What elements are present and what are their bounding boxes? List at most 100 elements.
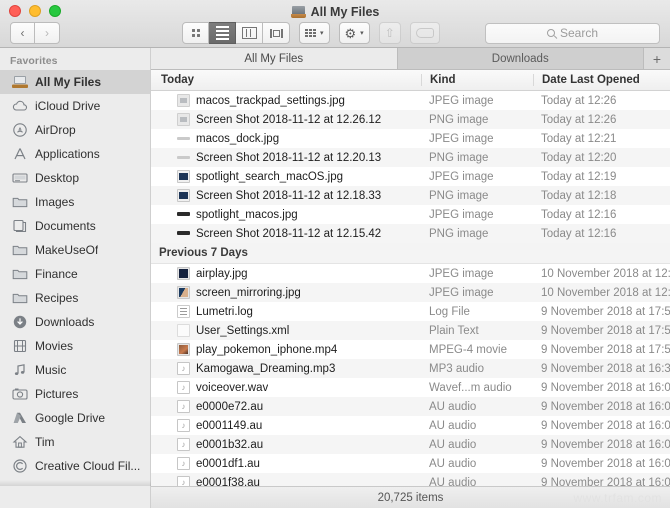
file-date-last-opened: Today at 12:18	[541, 189, 617, 202]
sidebar-item-creative-cloud-fil[interactable]: Creative Cloud Fil...	[0, 454, 150, 478]
table-row[interactable]: ♪ e0001df1.au AU audio 9 November 2018 at 1…	[151, 454, 670, 473]
sidebar-item-documents[interactable]: Documents	[0, 214, 150, 238]
folder-icon	[12, 291, 28, 306]
watermark: www.trfam.com	[573, 490, 662, 505]
forward-button[interactable]: ›	[35, 22, 60, 44]
table-row[interactable]: Lumetri.log Log File 9 November 2018 at 17…	[151, 302, 670, 321]
sidebar-section-favorites: Favorites	[10, 55, 58, 67]
file-name-cell: spotlight_search_macOS.jpg	[151, 170, 421, 183]
sidebar-item-label: Images	[35, 195, 75, 209]
sidebar-item-all-my-files[interactable]: All My Files	[0, 70, 150, 94]
table-row[interactable]: play_pokemon_iphone.mp4 MPEG-4 movie 9 Nov…	[151, 340, 670, 359]
table-row[interactable]: Screen Shot 2018-11-12 at 12.15.42 PNG im…	[151, 224, 670, 243]
table-row[interactable]: ♪ e0000e72.au AU audio 9 November 2018 at 1…	[151, 397, 670, 416]
table-row[interactable]: ♪ e0001b32.au AU audio 9 November 2018 at 1…	[151, 435, 670, 454]
file-name: voiceover.wav	[196, 381, 269, 394]
file-kind: JPEG image	[429, 170, 494, 183]
table-row[interactable]: macos_trackpad_settings.jpg JPEG image Tod…	[151, 91, 670, 110]
audio-file-icon: ♪	[177, 381, 190, 394]
column-header-name[interactable]: Today	[151, 74, 421, 86]
sidebar-item-music[interactable]: Music	[0, 358, 150, 382]
file-thumbnail-icon	[177, 227, 190, 240]
action-button[interactable]: ⚙ ▾	[338, 22, 370, 44]
table-row[interactable]: User_Settings.xml Plain Text 9 November 20…	[151, 321, 670, 340]
file-name-cell: Screen Shot 2018-11-12 at 12.26.12	[151, 113, 421, 126]
table-row[interactable]: ♪ e0001f38.au AU audio 9 November 2018 at 1…	[151, 473, 670, 486]
column-header-kind[interactable]: Kind	[421, 74, 533, 86]
file-kind: JPEG image	[429, 286, 494, 299]
view-column-button[interactable]	[236, 22, 263, 44]
file-kind: PNG image	[429, 151, 489, 164]
tab-all-my-files[interactable]: All My Files	[151, 48, 398, 69]
view-coverflow-button[interactable]	[263, 22, 290, 44]
documents-folder-icon	[12, 219, 28, 234]
table-row[interactable]: spotlight_macos.jpg JPEG image Today at 12…	[151, 205, 670, 224]
file-kind: AU audio	[429, 419, 477, 432]
grid-icon	[191, 29, 200, 37]
all-my-files-icon	[12, 75, 28, 90]
audio-file-icon: ♪	[177, 476, 190, 486]
table-row[interactable]: Screen Shot 2018-11-12 at 12.26.12 PNG im…	[151, 110, 670, 129]
columns-icon	[241, 27, 257, 39]
file-name: e0001df1.au	[196, 457, 260, 470]
table-row[interactable]: screen_mirroring.jpg JPEG image 10 Novembe…	[151, 283, 670, 302]
sidebar-item-pictures[interactable]: Pictures	[0, 382, 150, 406]
sidebar-item-icloud-drive[interactable]: iCloud Drive	[0, 94, 150, 118]
view-icon-button[interactable]	[182, 22, 209, 44]
audio-file-icon: ♪	[177, 419, 190, 432]
airdrop-icon	[12, 122, 28, 138]
main-area: All My Files Downloads + Today Kind Date…	[151, 48, 670, 508]
table-row[interactable]: ♪ voiceover.wav Wavef...m audio 9 November …	[151, 378, 670, 397]
share-button[interactable]: ⇧	[378, 22, 401, 44]
sidebar-item-images[interactable]: Images	[0, 190, 150, 214]
view-list-button[interactable]	[209, 22, 236, 44]
sidebar-item-makeuseof[interactable]: MakeUseOf	[0, 238, 150, 262]
column-header-date[interactable]: Date Last Opened	[533, 74, 670, 86]
sidebar-item-applications[interactable]: Applications	[0, 142, 150, 166]
sidebar-item-recipes[interactable]: Recipes	[0, 286, 150, 310]
google-drive-icon	[12, 411, 28, 426]
table-row[interactable]: Screen Shot 2018-11-12 at 12.20.13 PNG im…	[151, 148, 670, 167]
file-thumbnail-icon	[177, 94, 190, 107]
movies-icon	[12, 339, 28, 354]
table-row[interactable]: airplay.jpg JPEG image 10 November 2018 at…	[151, 264, 670, 283]
sidebar-item-tim[interactable]: Tim	[0, 430, 150, 454]
list-icon	[215, 26, 229, 40]
file-thumbnail-icon	[177, 324, 190, 337]
file-name-cell: Screen Shot 2018-11-12 at 12.20.13	[151, 151, 421, 164]
chevron-down-icon: ▾	[360, 30, 364, 37]
file-thumbnail-icon	[177, 132, 190, 145]
file-thumbnail-icon	[177, 305, 190, 318]
audio-file-icon: ♪	[177, 438, 190, 451]
table-row[interactable]: ♪ Kamogawa_Dreaming.mp3 MP3 audio 9 Novembe…	[151, 359, 670, 378]
sidebar-item-desktop[interactable]: Desktop	[0, 166, 150, 190]
new-tab-button[interactable]: +	[644, 48, 670, 69]
table-row[interactable]: Screen Shot 2018-11-12 at 12.18.33 PNG im…	[151, 186, 670, 205]
file-date-last-opened: 9 November 2018 at 17:59	[541, 324, 670, 337]
sidebar-item-finance[interactable]: Finance	[0, 262, 150, 286]
downloads-icon	[12, 315, 28, 330]
tag-button[interactable]	[409, 22, 440, 44]
search-input[interactable]: Search	[485, 22, 660, 44]
file-name: screen_mirroring.jpg	[196, 286, 301, 299]
sidebar-item-movies[interactable]: Movies	[0, 334, 150, 358]
window-title-text: All My Files	[310, 4, 380, 19]
file-thumbnail-icon	[177, 208, 190, 221]
sidebar-item-google-drive[interactable]: Google Drive	[0, 406, 150, 430]
file-list[interactable]: macos_trackpad_settings.jpg JPEG image Tod…	[151, 91, 670, 486]
sidebar-item-downloads[interactable]: Downloads	[0, 310, 150, 334]
sidebar-item-airdrop[interactable]: AirDrop	[0, 118, 150, 142]
back-button[interactable]: ‹	[10, 22, 35, 44]
table-row[interactable]: spotlight_search_macOS.jpg JPEG image Toda…	[151, 167, 670, 186]
status-bar: 20,725 items www.trfam.com	[151, 486, 670, 508]
sidebar-item-label: Music	[35, 363, 67, 377]
file-date-last-opened: Today at 12:16	[541, 227, 617, 240]
search-icon	[546, 29, 555, 37]
tab-downloads[interactable]: Downloads	[397, 48, 644, 69]
file-name: Screen Shot 2018-11-12 at 12.15.42	[196, 227, 382, 240]
table-row[interactable]: macos_dock.jpg JPEG image Today at 12:21	[151, 129, 670, 148]
file-date-last-opened: Today at 12:19	[541, 170, 617, 183]
arrange-button[interactable]: ▾	[299, 22, 330, 44]
file-name: play_pokemon_iphone.mp4	[196, 343, 338, 356]
table-row[interactable]: ♪ e0001149.au AU audio 9 November 2018 at 1…	[151, 416, 670, 435]
